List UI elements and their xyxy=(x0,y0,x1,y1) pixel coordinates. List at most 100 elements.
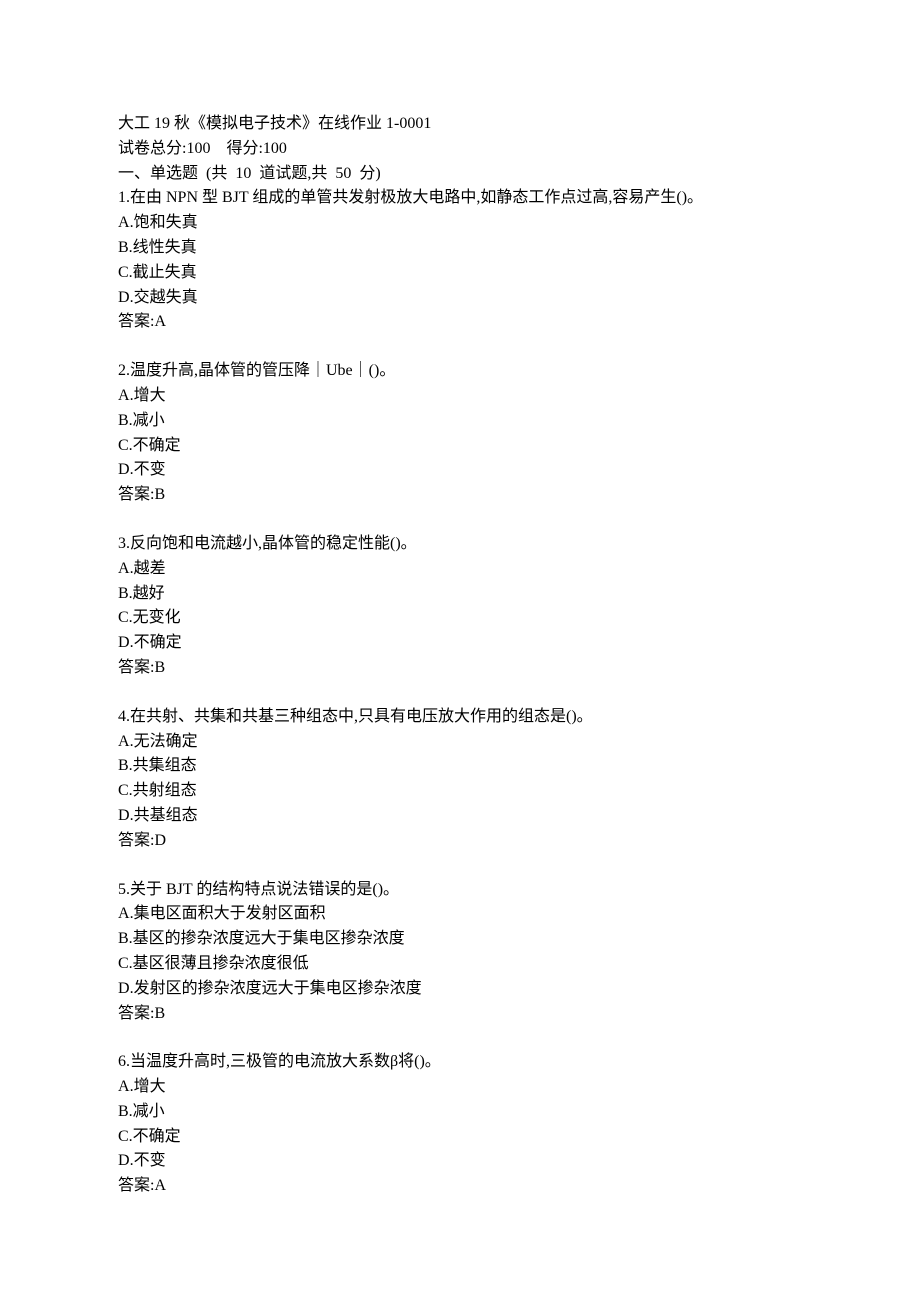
option: D.不变 xyxy=(118,1149,802,1174)
option-label: A xyxy=(118,387,130,404)
option-text: 共射组态 xyxy=(133,782,197,799)
question-block: 3.反向饱和电流越小,晶体管的稳定性能()。 A.越差 B.越好 C.无变化 D… xyxy=(118,532,802,681)
option: A.无法确定 xyxy=(118,730,802,755)
option: D.不变 xyxy=(118,458,802,483)
question-body: 关于 BJT 的结构特点说法错误的是()。 xyxy=(130,881,399,898)
answer-value: A xyxy=(154,1177,166,1194)
option: C.基区很薄且掺杂浓度很低 xyxy=(118,952,802,977)
option-label: C xyxy=(118,264,129,281)
option-text: 增大 xyxy=(134,387,166,404)
answer-value: A xyxy=(154,313,166,330)
option-label: C xyxy=(118,955,129,972)
question-block: 2.温度升高,晶体管的管压降｜Ube｜()。 A.增大 B.减小 C.不确定 D… xyxy=(118,359,802,508)
question-body: 当温度升高时,三极管的电流放大系数β将()。 xyxy=(130,1053,441,1070)
question-block: 4.在共射、共集和共基三种组态中,只具有电压放大作用的组态是()。 A.无法确定… xyxy=(118,705,802,854)
options-list: A.无法确定 B.共集组态 C.共射组态 D.共基组态 xyxy=(118,730,802,829)
option: A.集电区面积大于发射区面积 xyxy=(118,902,802,927)
answer-label: 答案: xyxy=(118,313,154,330)
options-list: A.越差 B.越好 C.无变化 D.不确定 xyxy=(118,557,802,656)
option-label: C xyxy=(118,609,129,626)
section-title: 一、单选题 (共 10 道试题,共 50 分) xyxy=(118,162,802,187)
option: D.不确定 xyxy=(118,631,802,656)
option-text: 减小 xyxy=(133,1103,165,1120)
option: A.增大 xyxy=(118,1075,802,1100)
answer-line: 答案:B xyxy=(118,1002,802,1027)
score-line: 试卷总分:100 得分:100 xyxy=(118,137,802,162)
option-label: B xyxy=(118,757,129,774)
option-text: 交越失真 xyxy=(134,289,198,306)
option-text: 共集组态 xyxy=(133,757,197,774)
option-label: D xyxy=(118,634,130,651)
question-text: 2.温度升高,晶体管的管压降｜Ube｜()。 xyxy=(118,359,802,384)
option-label: A xyxy=(118,733,130,750)
question-block: 5.关于 BJT 的结构特点说法错误的是()。 A.集电区面积大于发射区面积 B… xyxy=(118,878,802,1027)
option: B.减小 xyxy=(118,1100,802,1125)
option-text: 饱和失真 xyxy=(134,214,198,231)
answer-line: 答案:B xyxy=(118,483,802,508)
option-text: 截止失真 xyxy=(133,264,197,281)
option-text: 减小 xyxy=(133,412,165,429)
question-number: 1 xyxy=(118,189,126,206)
question-body: 在由 NPN 型 BJT 组成的单管共发射极放大电路中,如静态工作点过高,容易产… xyxy=(130,189,703,206)
option-label: A xyxy=(118,905,130,922)
option: D.交越失真 xyxy=(118,286,802,311)
option-text: 不确定 xyxy=(133,437,181,454)
question-body: 在共射、共集和共基三种组态中,只具有电压放大作用的组态是()。 xyxy=(130,708,593,725)
option: B.减小 xyxy=(118,409,802,434)
question-text: 6.当温度升高时,三极管的电流放大系数β将()。 xyxy=(118,1050,802,1075)
option-text: 集电区面积大于发射区面积 xyxy=(134,905,326,922)
option-text: 越差 xyxy=(134,560,166,577)
option-label: A xyxy=(118,560,130,577)
options-list: A.饱和失真 B.线性失真 C.截止失真 D.交越失真 xyxy=(118,211,802,310)
option-text: 不变 xyxy=(134,1152,166,1169)
option-text: 不变 xyxy=(134,461,166,478)
answer-label: 答案: xyxy=(118,486,154,503)
question-number: 4 xyxy=(118,708,126,725)
option-text: 发射区的掺杂浓度远大于集电区掺杂浓度 xyxy=(134,980,422,997)
question-number: 5 xyxy=(118,881,126,898)
question-text: 4.在共射、共集和共基三种组态中,只具有电压放大作用的组态是()。 xyxy=(118,705,802,730)
option: C.共射组态 xyxy=(118,779,802,804)
header-block: 大工 19 秋《模拟电子技术》在线作业 1-0001 试卷总分:100 得分:1… xyxy=(118,112,802,335)
answer-label: 答案: xyxy=(118,832,154,849)
option: B.线性失真 xyxy=(118,236,802,261)
answer-value: B xyxy=(154,486,165,503)
option-label: C xyxy=(118,437,129,454)
question-block: 6.当温度升高时,三极管的电流放大系数β将()。 A.增大 B.减小 C.不确定… xyxy=(118,1050,802,1199)
answer-line: 答案:D xyxy=(118,829,802,854)
option: B.共集组态 xyxy=(118,754,802,779)
option-text: 无法确定 xyxy=(134,733,198,750)
option: B.基区的掺杂浓度远大于集电区掺杂浓度 xyxy=(118,927,802,952)
answer-line: 答案:A xyxy=(118,1174,802,1199)
question-text: 5.关于 BJT 的结构特点说法错误的是()。 xyxy=(118,878,802,903)
option-text: 基区很薄且掺杂浓度很低 xyxy=(133,955,309,972)
option-label: D xyxy=(118,807,130,824)
answer-line: 答案:A xyxy=(118,310,802,335)
option-label: D xyxy=(118,289,130,306)
option-text: 基区的掺杂浓度远大于集电区掺杂浓度 xyxy=(133,930,405,947)
question-text: 1.在由 NPN 型 BJT 组成的单管共发射极放大电路中,如静态工作点过高,容… xyxy=(118,186,802,211)
option: A.越差 xyxy=(118,557,802,582)
question-text: 3.反向饱和电流越小,晶体管的稳定性能()。 xyxy=(118,532,802,557)
option-label: B xyxy=(118,239,129,256)
option: A.增大 xyxy=(118,384,802,409)
option-text: 不确定 xyxy=(133,1128,181,1145)
option-label: D xyxy=(118,980,130,997)
question-number: 2 xyxy=(118,362,126,379)
option: A.饱和失真 xyxy=(118,211,802,236)
option-label: B xyxy=(118,585,129,602)
option-label: B xyxy=(118,412,129,429)
options-list: A.增大 B.减小 C.不确定 D.不变 xyxy=(118,384,802,483)
option-label: A xyxy=(118,1078,130,1095)
option-text: 共基组态 xyxy=(134,807,198,824)
option-label: C xyxy=(118,1128,129,1145)
option: D.发射区的掺杂浓度远大于集电区掺杂浓度 xyxy=(118,977,802,1002)
option-text: 增大 xyxy=(134,1078,166,1095)
option-text: 线性失真 xyxy=(133,239,197,256)
doc-title: 大工 19 秋《模拟电子技术》在线作业 1-0001 xyxy=(118,112,802,137)
option-label: B xyxy=(118,1103,129,1120)
options-list: A.增大 B.减小 C.不确定 D.不变 xyxy=(118,1075,802,1174)
answer-value: B xyxy=(154,1005,165,1022)
answer-label: 答案: xyxy=(118,1177,154,1194)
answer-label: 答案: xyxy=(118,1005,154,1022)
